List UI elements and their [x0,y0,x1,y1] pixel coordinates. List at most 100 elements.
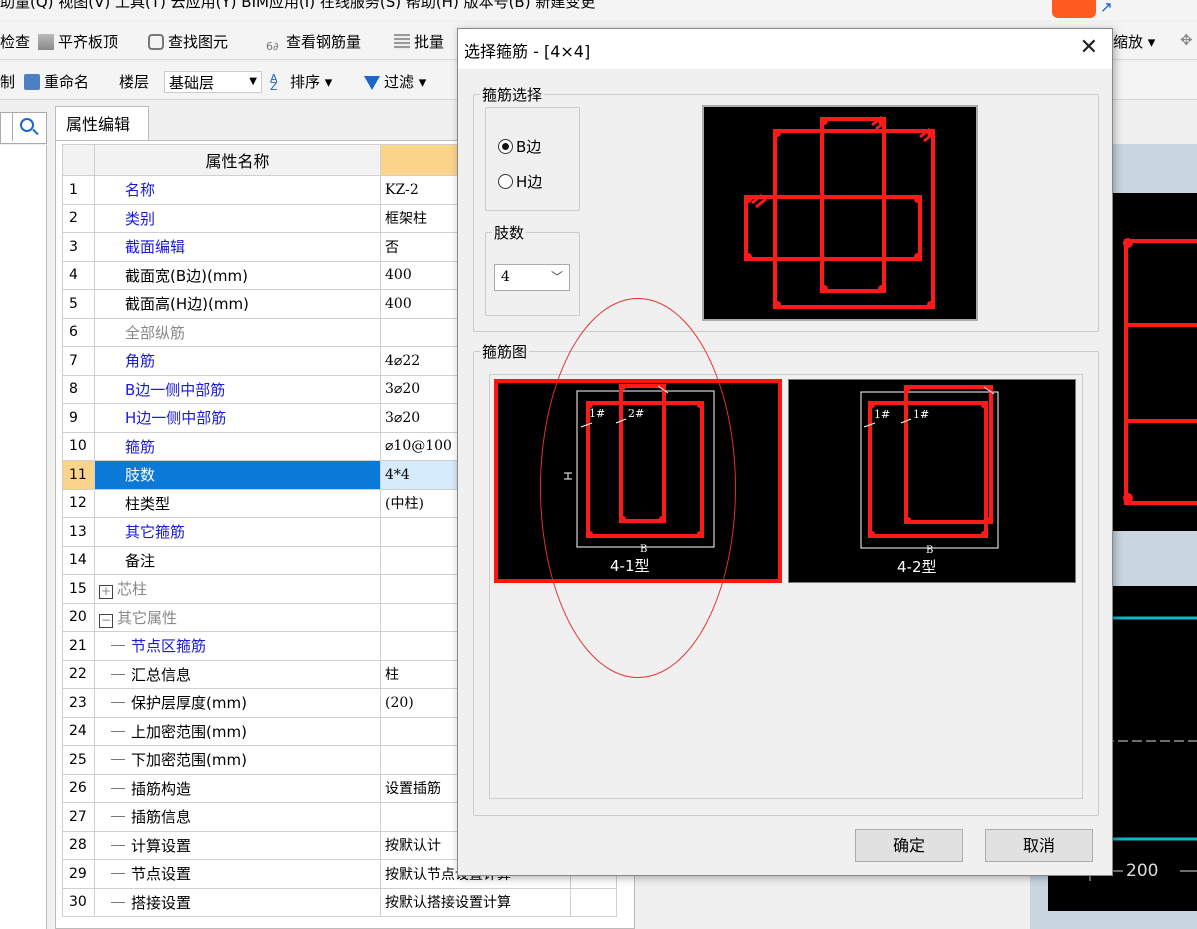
property-name: 截面编辑 [94,232,381,262]
property-name-text: 角筋 [125,352,156,371]
close-icon[interactable]: ✕ [1080,35,1098,60]
side-group [485,107,580,211]
view-rebar-label: 查看钢筋量 [286,33,362,51]
search-input[interactable] [1,113,13,141]
rename-icon [24,74,40,90]
search-box[interactable] [0,112,47,144]
radio-h-dot[interactable] [498,174,513,189]
app-logo-icon [1052,0,1096,18]
property-name-text: 截面编辑 [125,238,186,257]
cancel-button[interactable]: 取消 [985,829,1093,862]
flat-top-label: 平齐板顶 [58,33,119,51]
property-name: B边一侧中部筋 [94,374,381,404]
radio-b-side[interactable]: B边 [498,136,541,157]
dimension-label: 200 [1126,861,1159,881]
property-name: 柱类型 [94,488,381,518]
property-name-text: 保护层厚度(mm) [131,694,247,713]
row-number: 1 [62,175,95,205]
tab-property-edit[interactable]: 属性编辑 [55,106,149,140]
property-name: 搭接设置 [94,887,381,917]
property-name-text: 其它箍筋 [125,523,186,542]
floor-value: 基础层 [169,74,215,92]
property-name: 汇总信息 [94,659,381,689]
search-icon[interactable] [20,118,34,132]
row-number: 13 [62,517,95,547]
cursor-icon: ↗ [1100,0,1113,16]
property-name-text: 插筋信息 [131,808,192,827]
stirrup-type-4-2[interactable]: 1# 1# B 4-2型 [788,379,1076,583]
tree-line [111,816,125,818]
row-number: 9 [62,403,95,433]
check-button[interactable]: 检查 [0,31,30,52]
expand-toggle-icon[interactable]: + [99,585,113,600]
sort-button[interactable]: A Z 排序 ▾ [270,71,332,92]
flat-top-icon [38,34,54,50]
floor-select[interactable]: 基础层 ▼ [164,71,262,93]
row-number: 14 [62,545,95,575]
view-rebar-button[interactable]: 6∂ 查看钢筋量 [266,31,361,56]
property-name: 箍筋 [94,431,381,461]
property-name-text: 名称 [125,181,156,200]
row-number: 27 [62,802,95,832]
limbs-select[interactable]: 4 ﹀ [494,264,570,291]
copy-button[interactable]: 制 [0,71,15,92]
row-number: 29 [62,859,95,889]
filter-button[interactable]: 过滤 ▾ [364,71,426,92]
row-number: 26 [62,773,95,803]
row-number: 25 [62,745,95,775]
property-name-text: 节点设置 [131,865,192,884]
property-name: 计算设置 [94,830,381,860]
property-name-text: 节点区箍筋 [131,637,207,656]
property-name-text: 上加密范围(mm) [131,722,247,741]
expand-toggle-icon[interactable]: − [99,613,113,628]
stirrup-select-legend: 箍筋选择 [482,86,543,104]
property-extra [570,887,617,917]
pan-icon[interactable]: ✥ [1180,31,1193,49]
tree-line [111,702,125,704]
limbs-value: 4 [501,269,510,285]
property-name: 节点区箍筋 [94,631,381,661]
ok-button[interactable]: 确定 [855,829,963,862]
tag-1-b: 1# [874,408,891,421]
tree-line [111,901,125,903]
header-num [62,144,95,176]
row-number: 4 [62,260,95,290]
property-name-text: 插筋构造 [131,779,192,798]
row-number: 28 [62,830,95,860]
filter-icon [364,76,380,90]
radio-h-side[interactable]: H边 [498,171,542,192]
table-row[interactable]: 30 搭接设置 按默认搭接设置计算 [62,887,617,917]
property-name: 全部纵筋 [94,317,381,347]
property-value[interactable]: 按默认搭接设置计算 [380,887,571,917]
batch-button[interactable]: 批量 [394,31,444,52]
menu-items[interactable]: 助量(Q) 视图(V) 工具(T) 云应用(Y) BIM应用(I) 在线服务(S… [0,0,595,12]
flat-top-button[interactable]: 平齐板顶 [38,31,118,52]
component-list [0,145,47,929]
property-name-text: H边一侧中部筋 [125,409,227,428]
row-number: 12 [62,488,95,518]
tree-line [111,873,125,875]
property-name: 肢数 [94,460,381,490]
property-name-text: 下加密范围(mm) [131,751,247,770]
radio-b-dot[interactable] [498,139,513,154]
find-element-button[interactable]: 查找图元 [148,31,228,52]
row-number: 22 [62,659,95,689]
zoom-label: 缩放 [1113,33,1144,51]
property-name: 下加密范围(mm) [94,745,381,775]
property-name: 插筋信息 [94,802,381,832]
row-number: 10 [62,431,95,461]
property-name-text: 备注 [125,551,156,570]
row-number: 8 [62,374,95,404]
tree-line [111,759,125,761]
b-letter-2: B [926,545,934,556]
batch-icon [394,34,410,50]
stirrup-preview [702,105,978,321]
chevron-down-icon: ▼ [249,76,257,87]
zoom-button[interactable]: 缩放 ▾ [1113,31,1155,52]
property-name: 节点设置 [94,859,381,889]
rename-button[interactable]: 重命名 [24,71,89,92]
property-name: 类别 [94,203,381,233]
limbs-legend: 肢数 [494,224,525,242]
type-4-2-label: 4-2型 [897,558,937,576]
sort-az-icon: AZ [270,72,278,93]
